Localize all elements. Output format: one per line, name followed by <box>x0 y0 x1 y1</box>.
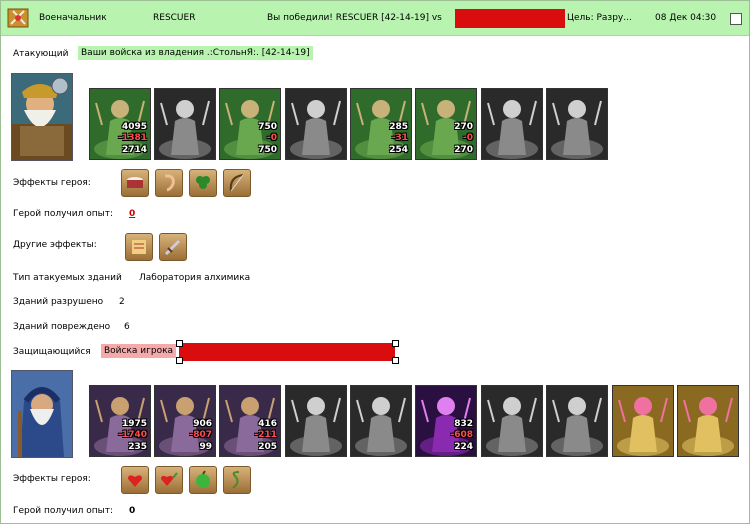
pink-dragon-unit-image <box>613 386 673 456</box>
griffin-unit[interactable] <box>285 88 347 160</box>
role-text: Военачальник <box>39 13 107 23</box>
drum-icon[interactable] <box>121 169 149 197</box>
attacker-army-name[interactable]: Ваши войска из владения .:СтольнЯ:. [42-… <box>78 46 313 60</box>
unit-count: 4095 <box>121 122 147 132</box>
spider-unit[interactable] <box>546 385 608 457</box>
sword-icon[interactable] <box>159 233 187 261</box>
clover-icon[interactable] <box>189 169 217 197</box>
buildings-destroyed-value: 2 <box>119 297 125 307</box>
pink-dragon-unit-2[interactable] <box>677 385 739 457</box>
spearman-unit[interactable]: 750 -0 750 <box>219 88 281 160</box>
spider-unit-image <box>547 386 607 456</box>
unit-left: 254 <box>389 145 408 155</box>
battle-datetime: 08 Дек 04:30 <box>655 13 717 23</box>
report-header: Военачальник RESCUER Вы победили! RESCUE… <box>1 1 749 36</box>
defender-hero-portrait[interactable] <box>11 370 73 458</box>
warlock-unit[interactable]: 832 -608 224 <box>415 385 477 457</box>
unit-left: 224 <box>454 442 473 452</box>
ogre-unit[interactable]: 1975 -1740 235 <box>89 385 151 457</box>
hooded-monk-unit-image <box>482 89 542 159</box>
black-knight-unit-image <box>482 386 542 456</box>
selection-handle[interactable] <box>176 340 183 347</box>
heart-icon[interactable] <box>121 466 149 494</box>
bow-icon[interactable] <box>223 169 251 197</box>
battle-result[interactable]: Вы победили! RESCUER [42-14-19] vs <box>267 13 442 23</box>
unit-loss: -211 <box>254 430 277 440</box>
unit-left: 2714 <box>121 145 147 155</box>
dark-knight-unit[interactable] <box>154 88 216 160</box>
defender-hero-effects-label: Эффекты героя: <box>13 474 91 484</box>
hooded-monk-unit[interactable] <box>481 88 543 160</box>
apple-icon[interactable] <box>189 466 217 494</box>
unit-loss: -1381 <box>118 133 147 143</box>
attacker-exp-value[interactable]: 0 <box>129 209 135 219</box>
unit-count: 750 <box>258 122 277 132</box>
defender-army-name[interactable]: Войска игрока <box>101 344 177 358</box>
unit-count: 285 <box>389 122 408 132</box>
unit-count: 906 <box>193 419 212 429</box>
black-knight-unit[interactable] <box>481 385 543 457</box>
unit-left: 235 <box>128 442 147 452</box>
pink-dragon-unit-2-image <box>678 386 738 456</box>
unit-loss: -807 <box>189 430 212 440</box>
building-type-value: Лаборатория алхимика <box>139 273 251 283</box>
wyvern-unit-image <box>286 386 346 456</box>
unit-loss: -608 <box>450 430 473 440</box>
select-checkbox[interactable] <box>730 13 742 25</box>
unit-count: 416 <box>258 419 277 429</box>
griffin-unit-image <box>286 89 346 159</box>
unit-count: 832 <box>454 419 473 429</box>
buildings-destroyed-label: Зданий разрушено <box>13 297 104 307</box>
dwarf-gunner-unit[interactable]: 4095 -1381 2714 <box>89 88 151 160</box>
wyvern-unit[interactable] <box>285 385 347 457</box>
dragon-rider-unit[interactable]: 416 -211 205 <box>219 385 281 457</box>
attacker-hero-portrait[interactable] <box>11 73 73 161</box>
vine-icon[interactable] <box>223 466 251 494</box>
defender-exp-label: Герой получил опыт: <box>13 506 113 516</box>
unit-left: 270 <box>454 145 473 155</box>
buildings-damaged-label: Зданий повреждено <box>13 322 111 332</box>
elf-mage-unit[interactable]: 270 -0 270 <box>415 88 477 160</box>
sorceress-unit[interactable] <box>546 88 608 160</box>
unit-loss: -1740 <box>118 430 147 440</box>
selection-handle[interactable] <box>392 340 399 347</box>
unit-left: 99 <box>199 442 212 452</box>
defender-exp-value: 0 <box>129 506 136 516</box>
player-name[interactable]: RESCUER <box>153 13 195 23</box>
archer-unit[interactable]: 285 -31 254 <box>350 88 412 160</box>
scroll-icon[interactable] <box>125 233 153 261</box>
battle-target: Цель: Разру... <box>567 13 632 23</box>
attacker-hero-effects-label: Эффекты героя: <box>13 178 91 188</box>
pink-dragon-unit[interactable] <box>612 385 674 457</box>
unit-loss: -0 <box>463 133 473 143</box>
unit-loss: -0 <box>267 133 277 143</box>
redacted-opponent <box>455 9 565 28</box>
sorceress-unit-image <box>547 89 607 159</box>
unit-left: 750 <box>258 145 277 155</box>
redacted-defender <box>179 343 395 361</box>
double-heart-icon[interactable] <box>155 466 183 494</box>
attacker-label: Атакующий <box>13 49 69 59</box>
attacker-exp-label: Герой получил опыт: <box>13 209 113 219</box>
buildings-damaged-value: 6 <box>124 322 130 332</box>
other-effects-label: Другие эффекты: <box>13 240 97 250</box>
selection-handle[interactable] <box>392 357 399 364</box>
dark-archer-unit[interactable] <box>350 385 412 457</box>
unit-loss: -31 <box>391 133 408 143</box>
dark-archer-unit-image <box>351 386 411 456</box>
defender-label: Защищающийся <box>13 347 91 357</box>
unit-left: 205 <box>258 442 277 452</box>
dark-knight-unit-image <box>155 89 215 159</box>
unit-count: 1975 <box>121 419 147 429</box>
unit-count: 270 <box>454 122 473 132</box>
assassin-unit[interactable]: 906 -807 99 <box>154 385 216 457</box>
building-type-label: Тип атакуемых зданий <box>13 273 122 283</box>
ear-icon[interactable] <box>155 169 183 197</box>
battle-swords-icon <box>7 8 29 28</box>
selection-handle[interactable] <box>176 357 183 364</box>
